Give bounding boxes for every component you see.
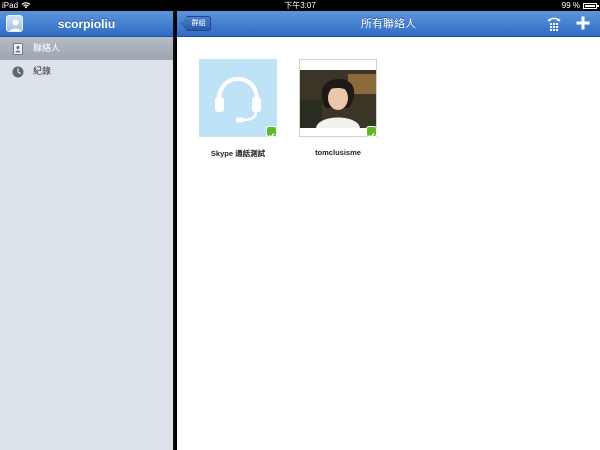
contact-card[interactable]: tomclusisme	[299, 59, 377, 159]
battery-percent: 99 %	[561, 1, 580, 10]
sidebar-header: scorpioliu	[0, 11, 173, 37]
online-status-icon	[266, 126, 277, 139]
nav-bar: 群組 所有聯絡人	[177, 11, 600, 37]
battery-icon	[583, 2, 599, 9]
contact-avatar[interactable]	[299, 59, 377, 139]
sidebar-item-label: 聯絡人	[33, 43, 61, 53]
sidebar: scorpioliu 聯絡人 紀錄	[0, 11, 175, 450]
contact-photo	[300, 70, 376, 128]
online-status-icon	[366, 126, 377, 139]
sidebar-username: scorpioliu	[57, 17, 116, 31]
battery-fill	[585, 4, 595, 7]
contact-name: Skype 通話測試	[210, 149, 266, 158]
contacts-icon	[13, 42, 23, 55]
headset-icon	[215, 76, 261, 123]
contact-card[interactable]: Skype 通話測試	[199, 59, 277, 159]
sidebar-item-contacts[interactable]: 聯絡人	[0, 37, 173, 60]
plus-icon[interactable]	[575, 15, 591, 31]
main-panel: 群組 所有聯絡人 Skype 通話測試 tomclusisme	[177, 11, 600, 450]
contact-name: tomclusisme	[315, 148, 361, 157]
status-time: 下午3:07	[284, 1, 316, 10]
status-bar: iPad 下午3:07 99 %	[0, 0, 600, 11]
dialpad-icon[interactable]	[546, 16, 562, 32]
sidebar-item-history[interactable]: 紀錄	[0, 60, 173, 83]
contacts-grid: Skype 通話測試 tomclusisme	[199, 59, 377, 159]
clock-icon	[12, 66, 24, 77]
sidebar-item-label: 紀錄	[33, 66, 52, 76]
page-title: 所有聯絡人	[361, 18, 416, 30]
contact-avatar[interactable]	[199, 59, 277, 139]
